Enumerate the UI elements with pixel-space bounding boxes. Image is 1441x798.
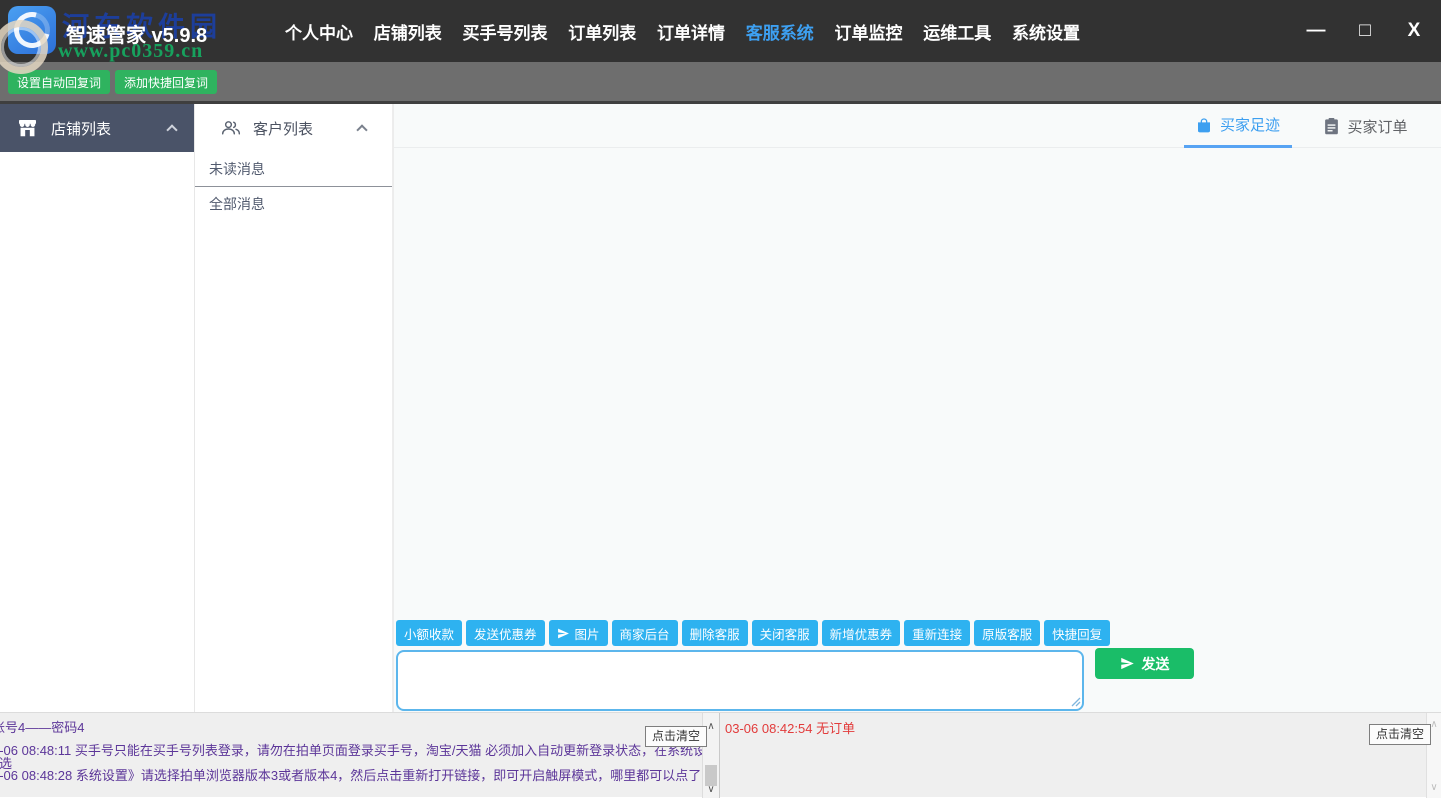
- storefront-icon: [18, 120, 37, 137]
- window-controls: — □ X: [1305, 0, 1425, 62]
- people-icon: [221, 120, 241, 136]
- main-nav: 个人中心 店铺列表 买手号列表 订单列表 订单详情 客服系统 订单监控 运维工具…: [285, 0, 1080, 62]
- nav-item-customer-service[interactable]: 客服系统: [746, 19, 814, 44]
- order-log-panel: 03-06 08:42:54 无订单: [722, 713, 1425, 798]
- maximize-button[interactable]: □: [1354, 20, 1376, 42]
- close-service-button[interactable]: 关闭客服: [752, 620, 818, 646]
- quick-reply-button[interactable]: 快捷回复: [1044, 620, 1110, 646]
- delete-service-button[interactable]: 删除客服: [682, 620, 748, 646]
- customer-list-title: 客户列表: [253, 118, 313, 139]
- quick-action-bar: 设置自动回复词 添加快捷回复词: [0, 62, 1441, 101]
- scroll-down-icon[interactable]: ∨: [703, 784, 719, 795]
- watermark-site-url: www.pc0359.cn: [58, 40, 203, 63]
- nav-item-buyer-account-list[interactable]: 买手号列表: [463, 19, 548, 44]
- small-payment-button[interactable]: 小额收款: [396, 620, 462, 646]
- shop-list-title: 店铺列表: [51, 118, 111, 139]
- tab-buyer-footprint-label: 买家足迹: [1220, 114, 1280, 135]
- chevron-up-icon[interactable]: [356, 124, 367, 135]
- status-log-area: 账号4——密码4 3-06 08:48:11 买手号只能在买手号列表登录，请勿在…: [0, 712, 1441, 797]
- chat-area: 买家足迹 买家订单 小额收款 发送优惠券 图片 商家后台 删: [393, 104, 1441, 712]
- chevron-up-icon[interactable]: [166, 124, 177, 135]
- nav-item-order-monitor[interactable]: 订单监控: [835, 19, 903, 44]
- shop-list-panel: 店铺列表: [0, 104, 195, 712]
- menu-item-all-messages[interactable]: 全部消息: [195, 187, 392, 222]
- message-input[interactable]: [396, 650, 1084, 711]
- log-line: 3-06 08:48:28 系统设置》请选择拍单浏览器版本3或者版本4，然后点击…: [0, 765, 701, 784]
- reconnect-button[interactable]: 重新连接: [904, 620, 970, 646]
- scrollbar-thumb[interactable]: [705, 765, 717, 786]
- clear-log-button-left[interactable]: 点击清空: [645, 726, 707, 747]
- nav-item-personal-center[interactable]: 个人中心: [285, 19, 353, 44]
- minimize-button[interactable]: —: [1305, 20, 1327, 42]
- message-input-wrap: [396, 650, 1084, 711]
- nav-item-shop-list[interactable]: 店铺列表: [374, 19, 442, 44]
- customer-list-panel: 客户列表 未读消息 全部消息: [195, 104, 393, 712]
- add-quick-reply-button[interactable]: 添加快捷回复词: [115, 70, 217, 94]
- log-line: 03-06 08:42:54 无订单: [725, 718, 855, 737]
- clipboard-icon: [1324, 118, 1339, 135]
- original-service-button[interactable]: 原版客服: [974, 620, 1040, 646]
- divider: [719, 713, 720, 798]
- menu-item-unread-messages[interactable]: 未读消息: [195, 152, 392, 187]
- new-coupon-button[interactable]: 新增优惠券: [822, 620, 901, 646]
- send-coupon-button[interactable]: 发送优惠券: [466, 620, 545, 646]
- paper-plane-icon: [557, 627, 570, 640]
- shop-list-header[interactable]: 店铺列表: [0, 104, 194, 152]
- scroll-down-icon[interactable]: ∨: [1427, 782, 1441, 793]
- image-button-label: 图片: [575, 624, 600, 643]
- paper-plane-icon: [1120, 656, 1135, 671]
- nav-item-order-list[interactable]: 订单列表: [568, 19, 636, 44]
- system-log-panel: 账号4——密码4 3-06 08:48:11 买手号只能在买手号列表登录，请勿在…: [0, 713, 702, 798]
- tab-buyer-footprint[interactable]: 买家足迹: [1184, 104, 1292, 148]
- close-button[interactable]: X: [1403, 20, 1425, 42]
- nav-item-ops-tools[interactable]: 运维工具: [923, 19, 991, 44]
- buyer-info-tabbar: 买家足迹 买家订单: [394, 104, 1441, 148]
- nav-item-system-settings[interactable]: 系统设置: [1012, 19, 1080, 44]
- log-line: 账号4——密码4: [0, 717, 84, 736]
- send-button[interactable]: 发送: [1095, 648, 1194, 679]
- title-bar: 河东软件园 智速管家 v5.9.8 www.pc0359.cn 个人中心 店铺列…: [0, 0, 1441, 62]
- image-button[interactable]: 图片: [549, 620, 608, 646]
- shopping-bag-icon: [1196, 117, 1212, 133]
- tab-buyer-orders-label: 买家订单: [1347, 116, 1407, 137]
- clear-log-button-right[interactable]: 点击清空: [1369, 724, 1431, 745]
- merchant-backend-button[interactable]: 商家后台: [612, 620, 678, 646]
- send-button-label: 发送: [1142, 654, 1170, 674]
- log-line: 3-06 08:48:11 买手号只能在买手号列表登录，请勿在拍单页面登录买手号…: [0, 740, 702, 759]
- chat-toolbar: 小额收款 发送优惠券 图片 商家后台 删除客服 关闭客服 新增优惠券 重新连接 …: [396, 620, 1110, 646]
- tab-buyer-orders[interactable]: 买家订单: [1310, 104, 1422, 148]
- customer-list-header[interactable]: 客户列表: [195, 104, 392, 152]
- nav-item-order-detail[interactable]: 订单详情: [657, 19, 725, 44]
